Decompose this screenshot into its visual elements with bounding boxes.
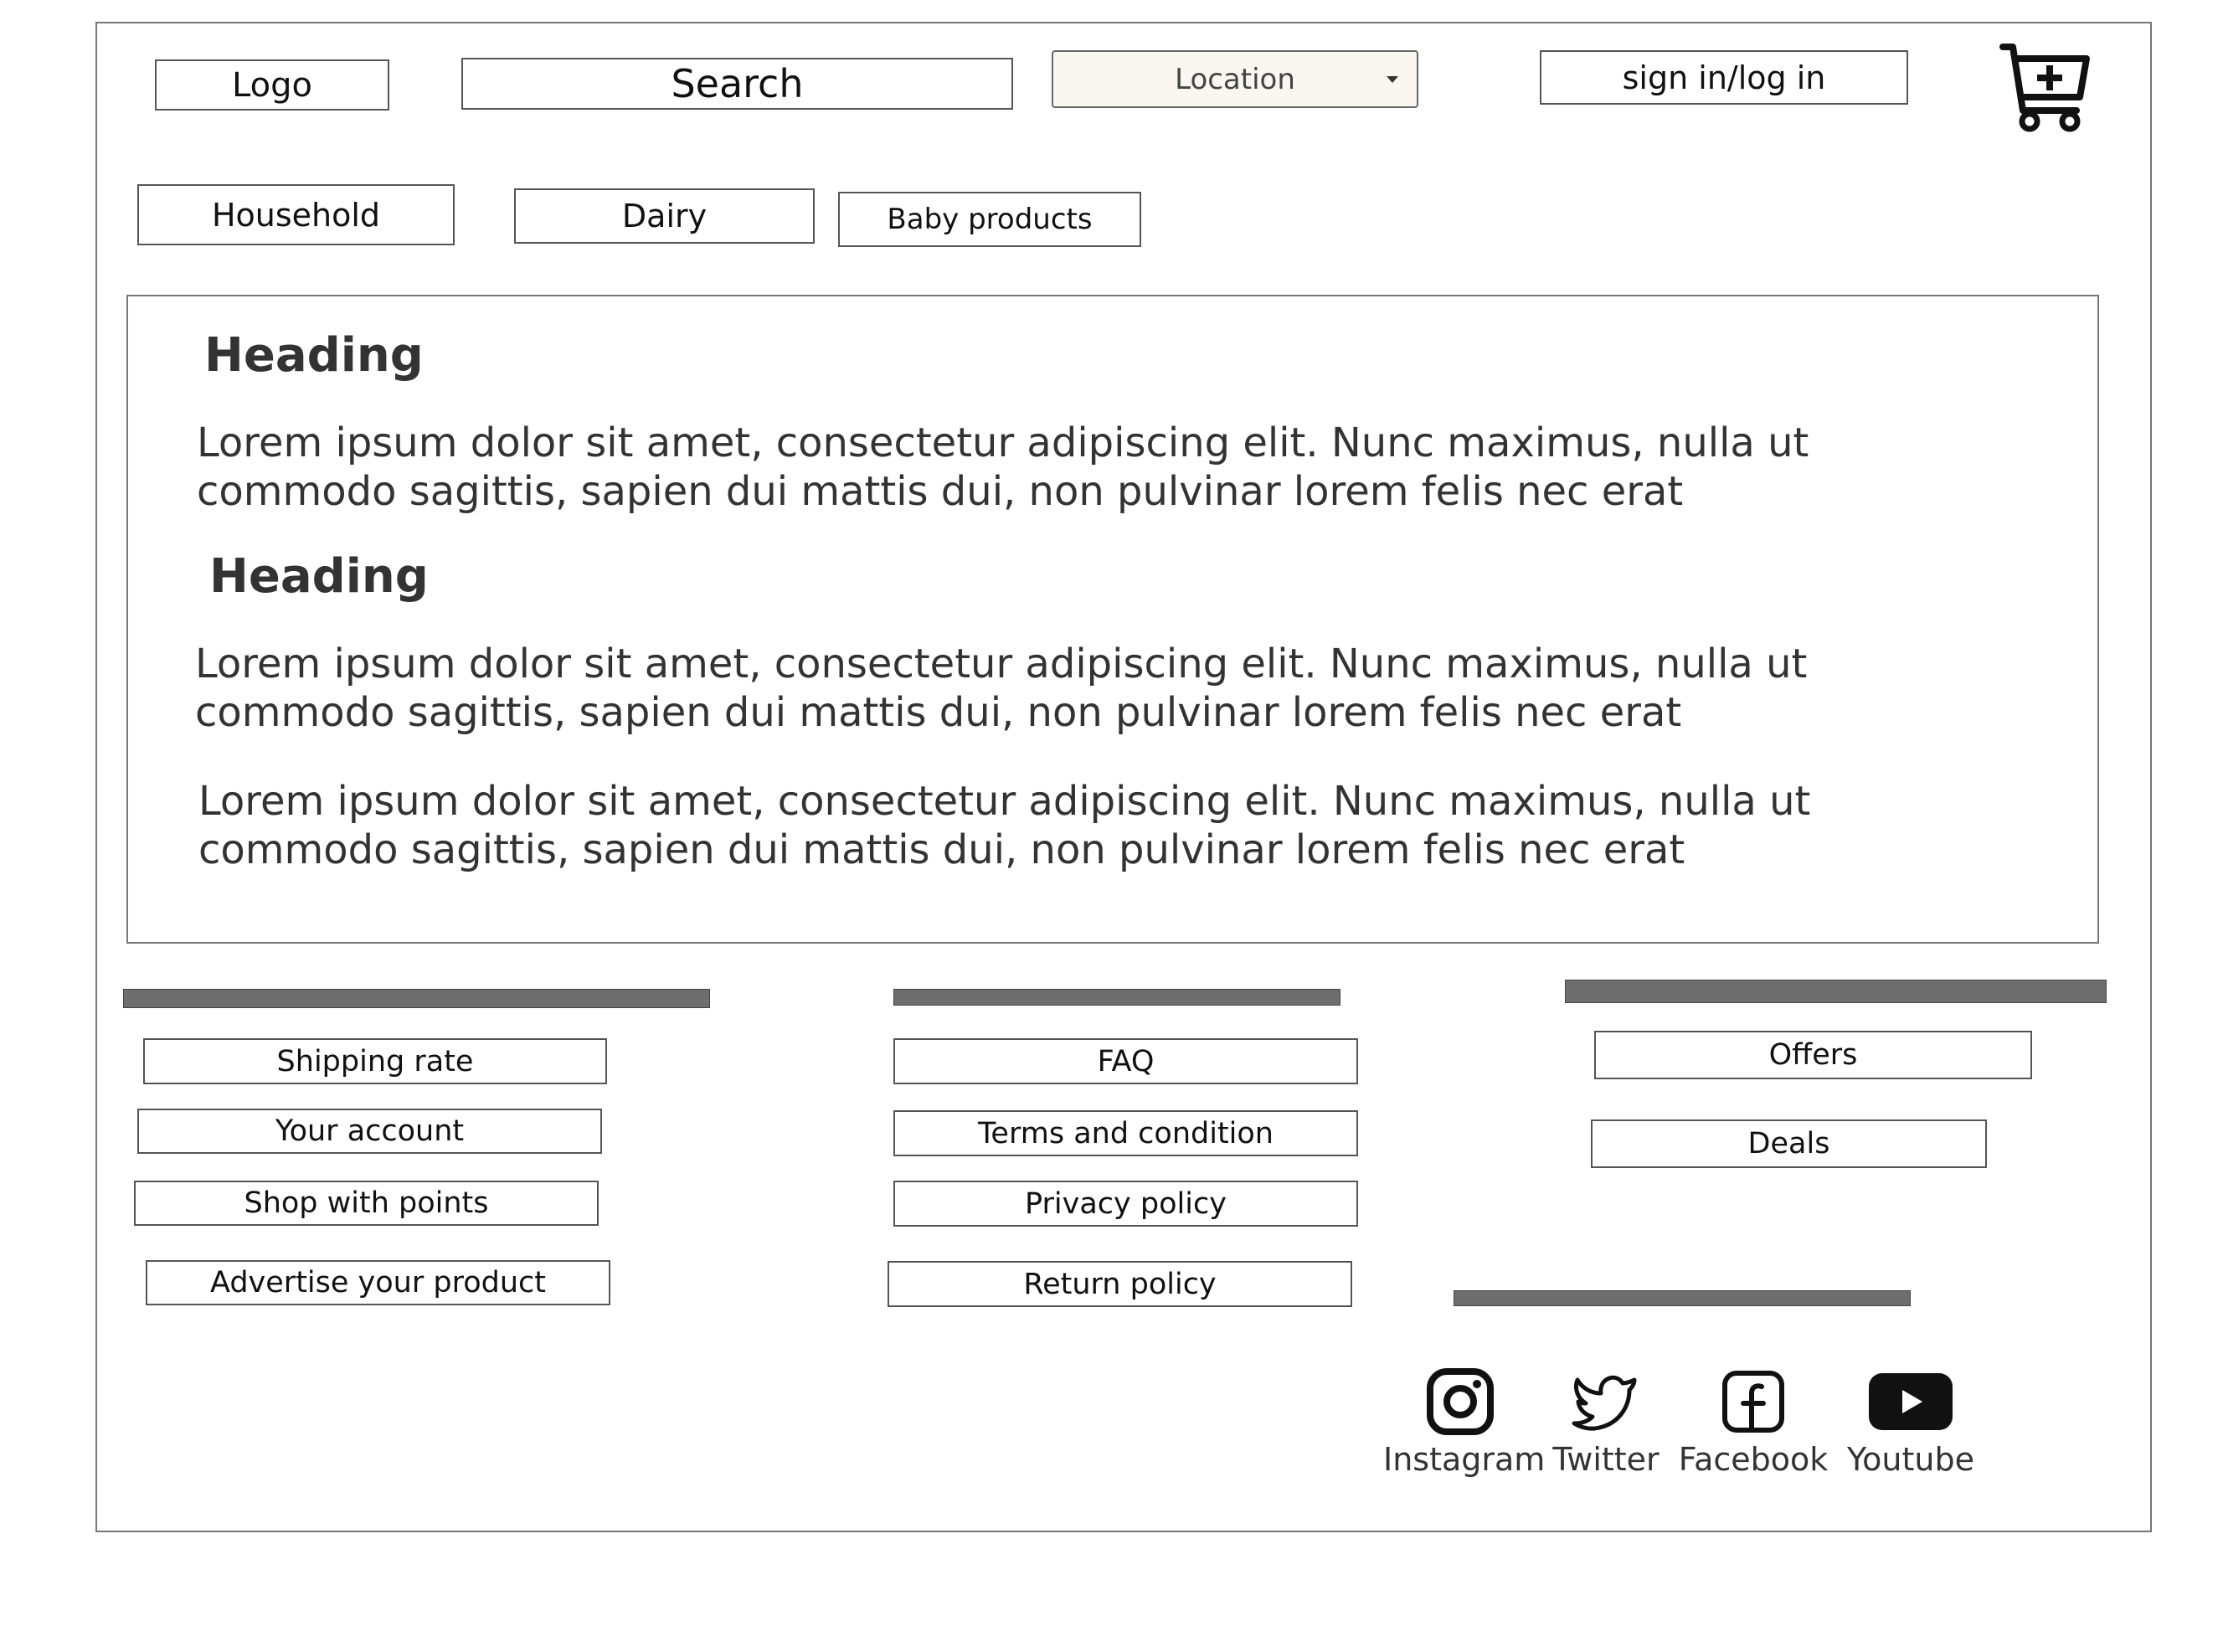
section-paragraph: Lorem ipsum dolor sit amet, consectetur …	[195, 641, 1808, 736]
footer-link-label: Shop with points	[244, 1186, 489, 1220]
social-twitter[interactable]: Twitter	[1547, 1366, 1665, 1478]
chevron-down-icon	[1387, 75, 1398, 83]
footer-link-label: Advertise your product	[210, 1266, 546, 1299]
footer-social-heading	[1454, 1290, 1911, 1306]
footer-col3-heading	[1565, 980, 2107, 1003]
social-youtube[interactable]: Youtube	[1842, 1366, 1979, 1478]
footer-link-label: FAQ	[1097, 1044, 1155, 1078]
footer-link-return[interactable]: Return policy	[888, 1261, 1352, 1307]
footer-col1-heading	[123, 989, 710, 1008]
social-label: Instagram	[1383, 1441, 1546, 1478]
cart-add-icon[interactable]	[1999, 42, 2093, 132]
category-dairy[interactable]: Dairy	[514, 188, 815, 244]
content-panel: Heading Lorem ipsum dolor sit amet, cons…	[126, 295, 2099, 944]
footer-link-shipping-rate[interactable]: Shipping rate	[143, 1038, 607, 1084]
footer-link-label: Your account	[275, 1114, 465, 1148]
location-dropdown[interactable]: Location	[1052, 50, 1418, 108]
category-label: Baby products	[887, 203, 1093, 236]
section-heading: Heading	[209, 549, 429, 604]
logo[interactable]: Logo	[155, 59, 389, 111]
social-instagram[interactable]: Instagram	[1383, 1366, 1546, 1478]
category-household[interactable]: Household	[137, 184, 455, 245]
search-input[interactable]: Search	[461, 58, 1013, 110]
footer-link-offers[interactable]: Offers	[1594, 1031, 2032, 1079]
footer-link-deals[interactable]: Deals	[1591, 1119, 1987, 1168]
footer-link-faq[interactable]: FAQ	[893, 1038, 1358, 1084]
section-paragraph: Lorem ipsum dolor sit amet, consectetur …	[197, 419, 1809, 515]
footer-link-shop-with-points[interactable]: Shop with points	[134, 1181, 599, 1226]
section-heading: Heading	[204, 328, 424, 383]
category-label: Household	[211, 196, 381, 234]
footer-link-terms[interactable]: Terms and condition	[893, 1110, 1358, 1156]
sign-in-label: sign in/log in	[1622, 59, 1826, 96]
footer-link-label: Privacy policy	[1025, 1186, 1227, 1221]
category-baby-products[interactable]: Baby products	[838, 192, 1141, 247]
section-paragraph: Lorem ipsum dolor sit amet, consectetur …	[198, 778, 1811, 873]
footer-link-label: Shipping rate	[276, 1044, 474, 1078]
sign-in-button[interactable]: sign in/log in	[1540, 50, 1908, 105]
footer-link-label: Offers	[1768, 1038, 1858, 1072]
social-label: Youtube	[1847, 1441, 1974, 1478]
footer-link-label: Return policy	[1023, 1267, 1217, 1301]
search-label: Search	[671, 61, 804, 106]
facebook-icon	[1722, 1371, 1784, 1433]
location-label: Location	[1175, 62, 1295, 96]
category-label: Dairy	[621, 198, 708, 234]
youtube-icon	[1869, 1373, 1953, 1430]
social-label: Facebook	[1678, 1441, 1829, 1478]
social-label: Twitter	[1552, 1441, 1660, 1478]
footer-link-your-account[interactable]: Your account	[137, 1109, 602, 1154]
social-facebook[interactable]: Facebook	[1678, 1366, 1829, 1478]
footer-link-label: Terms and condition	[978, 1116, 1274, 1150]
twitter-icon	[1572, 1375, 1637, 1431]
footer-link-label: Deals	[1747, 1127, 1830, 1161]
logo-label: Logo	[232, 65, 312, 105]
instagram-icon	[1427, 1368, 1494, 1435]
footer-col2-heading	[893, 989, 1340, 1006]
footer-link-privacy[interactable]: Privacy policy	[893, 1181, 1358, 1227]
footer-link-advertise[interactable]: Advertise your product	[146, 1260, 610, 1305]
